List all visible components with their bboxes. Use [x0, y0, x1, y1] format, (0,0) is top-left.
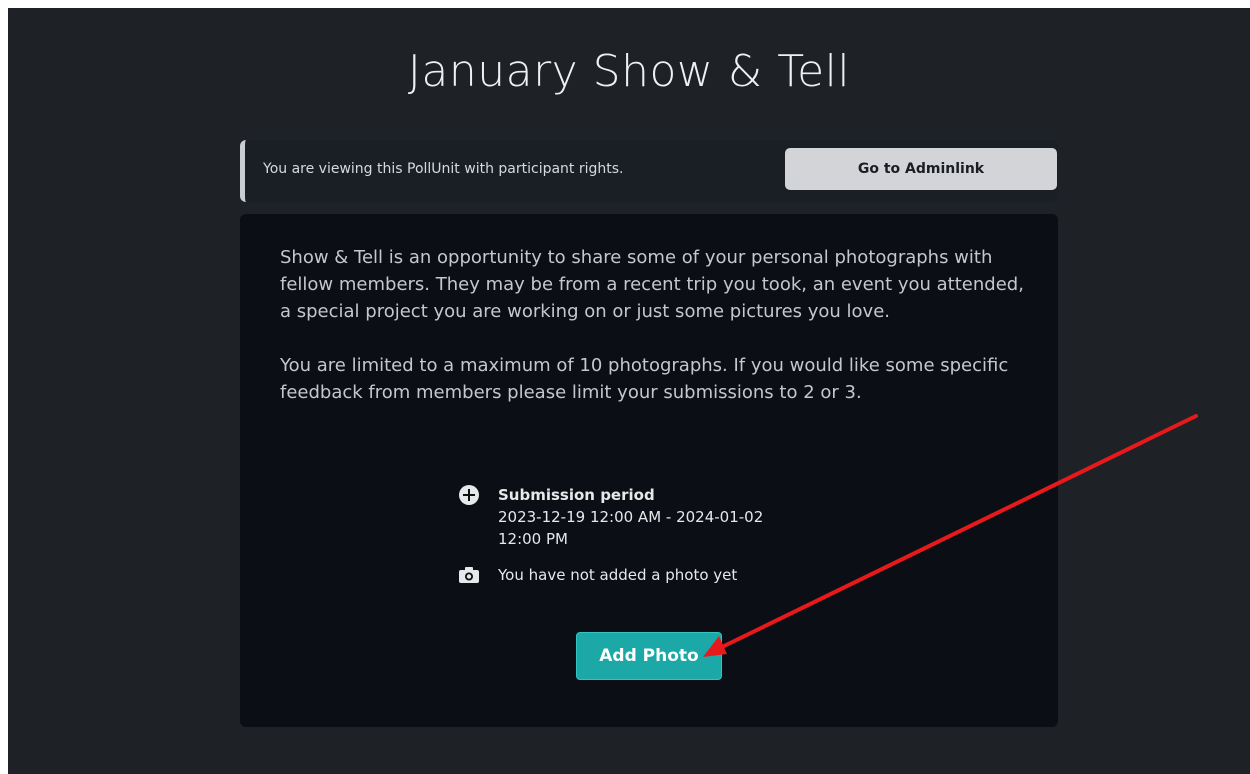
submission-period-row: Submission period 2023-12-19 12:00 AM - …: [458, 484, 858, 550]
participant-notice-text: You are viewing this PollUnit with parti…: [263, 161, 624, 177]
description-paragraph: Show & Tell is an opportunity to share s…: [280, 247, 1024, 322]
description-paragraph: You are limited to a maximum of 10 photo…: [280, 355, 1009, 403]
poll-details: Submission period 2023-12-19 12:00 AM - …: [458, 484, 858, 586]
add-photo-button[interactable]: Add Photo: [576, 632, 722, 680]
submission-period-label: Submission period: [498, 486, 655, 504]
poll-content-card: Show & Tell is an opportunity to share s…: [240, 214, 1058, 727]
page-title: January Show & Tell: [407, 46, 851, 97]
go-to-adminlink-button[interactable]: Go to Adminlink: [785, 148, 1057, 190]
participant-notice-bar: You are viewing this PollUnit with parti…: [240, 140, 1058, 202]
poll-description: Show & Tell is an opportunity to share s…: [280, 244, 1030, 433]
photo-status-text: You have not added a photo yet: [498, 566, 738, 584]
plus-circle-icon: [458, 484, 480, 506]
page-background: January Show & Tell You are viewing this…: [8, 8, 1250, 774]
submission-period-value: 2023-12-19 12:00 AM - 2024-01-02 12:00 P…: [498, 508, 764, 548]
photo-status-row: You have not added a photo yet: [458, 564, 858, 586]
camera-icon: [458, 564, 480, 586]
